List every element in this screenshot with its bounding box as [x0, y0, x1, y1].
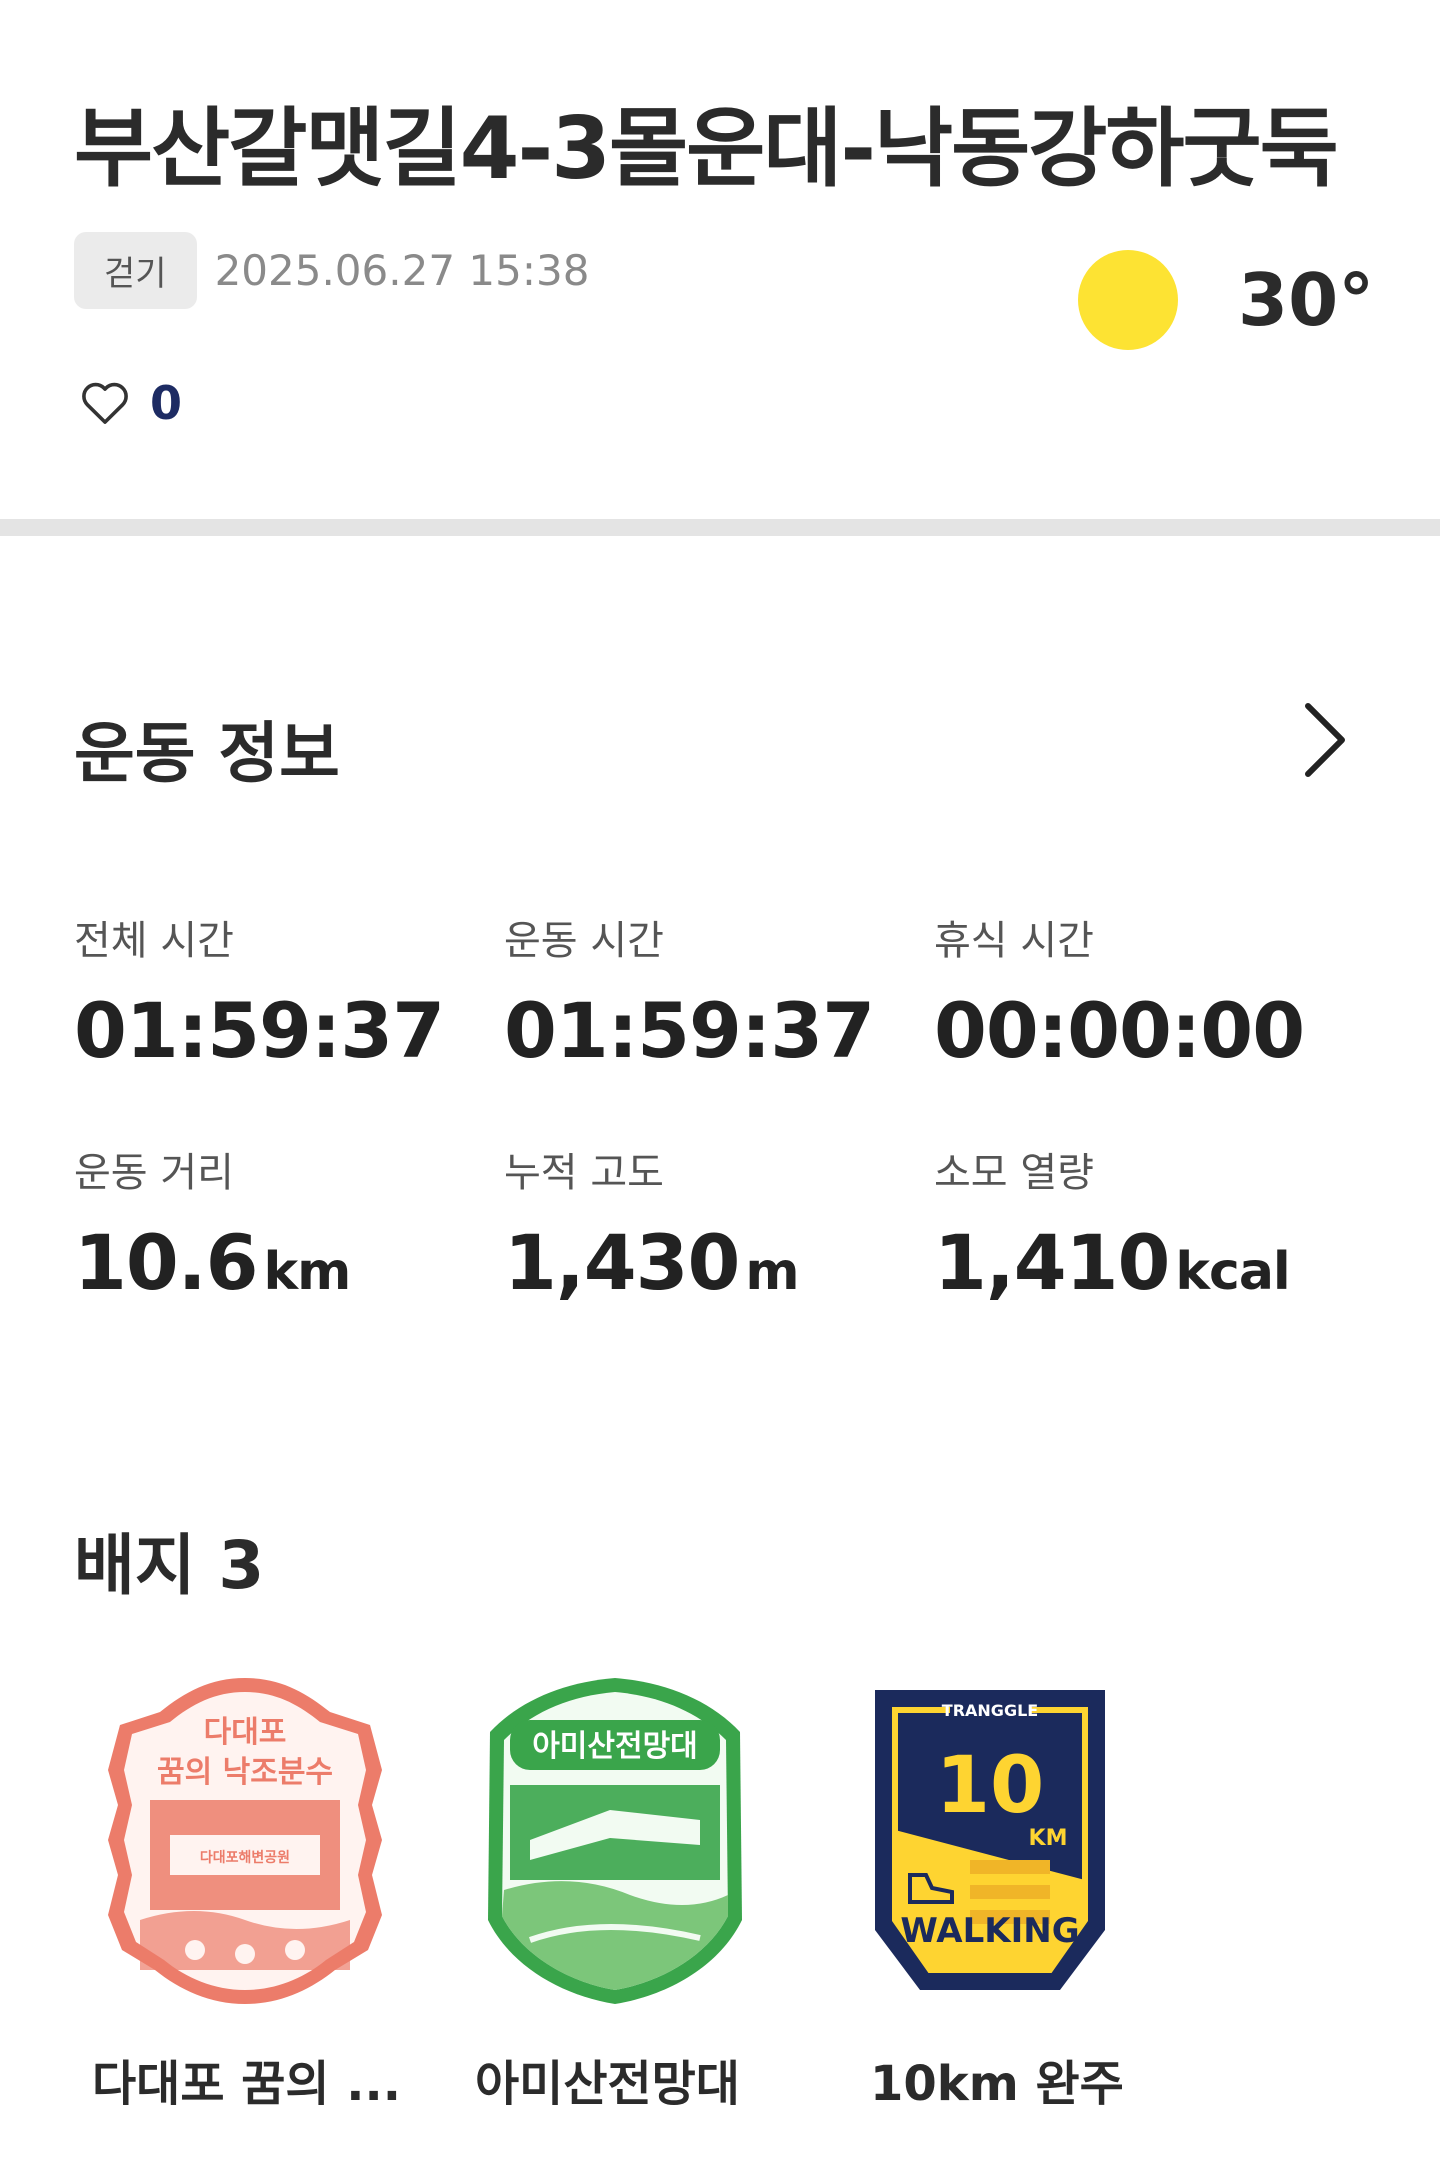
badge-label: 10km 완주: [870, 2056, 1124, 2112]
stat-calories: 소모 열량 1,410 kcal: [934, 1140, 1354, 1307]
stat-distance: 운동 거리 10.6 km: [74, 1140, 494, 1307]
stat-unit: kcal: [1175, 1242, 1290, 1302]
weather: 30°: [1078, 250, 1374, 350]
stat-label: 휴식 시간: [934, 918, 1094, 964]
svg-text:꿈의 낙조분수: 꿈의 낙조분수: [157, 1755, 333, 1790]
page-title: 부산갈맷길4-3몰운대-낙동강하굿둑: [74, 99, 1339, 199]
badge-label: 다대포 꿈의 ...: [92, 2056, 401, 2112]
stat-unit: km: [263, 1242, 352, 1302]
stat-value: 1,410 kcal: [934, 1218, 1291, 1307]
badge-amisan-stamp[interactable]: 아미산전망대: [470, 1670, 760, 2010]
svg-text:TRANGGLE: TRANGGLE: [942, 1701, 1038, 1720]
stat-moving-time: 운동 시간 01:59:37: [504, 908, 924, 1075]
badge-dadaepo-stamp[interactable]: 다대포 꿈의 낙조분수 다대포해변공원: [100, 1670, 390, 2010]
temperature: 30°: [1238, 258, 1375, 342]
stat-label: 누적 고도: [504, 1150, 664, 1196]
svg-text:다대포: 다대포: [204, 1715, 287, 1750]
svg-text:10: 10: [936, 1741, 1045, 1831]
chevron-right-icon[interactable]: [1300, 700, 1350, 780]
stat-elevation: 누적 고도 1,430 m: [504, 1140, 924, 1307]
activity-datetime: 2025.06.27 15:38: [214, 246, 590, 295]
stat-label: 소모 열량: [934, 1150, 1094, 1196]
stat-unit: m: [745, 1242, 799, 1302]
exercise-info-title: 운동 정보: [74, 715, 340, 792]
stat-label: 전체 시간: [74, 918, 234, 964]
badge-label: 아미산전망대: [475, 2056, 740, 2112]
activity-meta: 걷기 2025.06.27 15:38: [74, 232, 589, 309]
stat-label: 운동 거리: [74, 1150, 234, 1196]
stat-value: 01:59:37: [504, 986, 875, 1075]
stat-value: 00:00:00: [934, 986, 1305, 1075]
section-divider: [0, 519, 1440, 536]
stat-value: 1,430 m: [504, 1218, 800, 1307]
like-button[interactable]: 0: [78, 376, 182, 430]
stat-total-time: 전체 시간 01:59:37: [74, 908, 494, 1075]
like-count: 0: [150, 376, 183, 430]
stat-rest-time: 휴식 시간 00:00:00: [934, 908, 1354, 1075]
activity-type-tag: 걷기: [74, 232, 197, 309]
svg-text:KM: KM: [1029, 1826, 1068, 1851]
badges-title: 배지 3: [74, 1527, 265, 1604]
badge-10km-walking[interactable]: TRANGGLE 10 KM WALKING: [860, 1670, 1150, 2010]
sun-icon: [1078, 250, 1178, 350]
svg-text:다대포해변공원: 다대포해변공원: [200, 1850, 290, 1866]
stat-label: 운동 시간: [504, 918, 664, 964]
stat-value: 01:59:37: [74, 986, 445, 1075]
svg-text:아미산전망대: 아미산전망대: [532, 1729, 698, 1764]
svg-text:WALKING: WALKING: [900, 1911, 1079, 1951]
stat-value: 10.6 km: [74, 1218, 352, 1307]
heart-icon: [82, 382, 128, 424]
